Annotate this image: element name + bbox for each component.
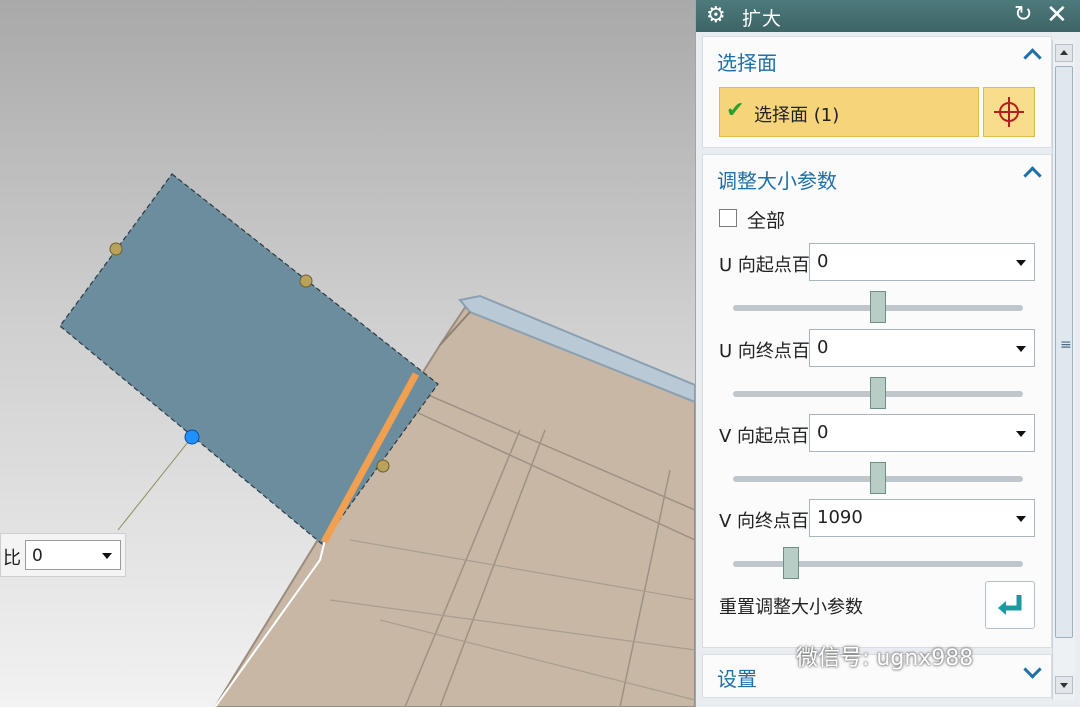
active-handle-point[interactable]: [184, 429, 200, 445]
handle-point[interactable]: [376, 459, 390, 473]
onscreen-input-label: 比: [3, 548, 21, 569]
gear-icon[interactable]: ⚙: [706, 4, 726, 28]
resize-params-section: 调整大小参数 全部 U 向起点百分比 0 U 向终点百分比 0: [702, 154, 1052, 648]
chevron-up-icon[interactable]: [1023, 48, 1042, 67]
u-start-label: U 向起点百分比: [719, 255, 819, 276]
u-end-label: U 向终点百分比: [719, 341, 819, 362]
chevron-down-icon[interactable]: [102, 553, 112, 559]
scrollbar-thumb[interactable]: ≡: [1055, 66, 1073, 638]
reset-icon[interactable]: ↻: [1014, 2, 1032, 27]
close-icon[interactable]: ✕: [1046, 0, 1068, 30]
v-end-dropdown[interactable]: 1090: [809, 499, 1035, 537]
select-object-button[interactable]: [983, 87, 1035, 137]
v-start-label: V 向起点百分比: [719, 426, 819, 447]
select-face-section: 选择面 ✔ 选择面 (1): [702, 36, 1052, 148]
checkmark-icon: ✔: [726, 98, 745, 123]
handle-point[interactable]: [109, 242, 123, 256]
dialog-title: 扩大: [742, 8, 783, 30]
return-arrow-icon: [998, 595, 1022, 615]
grip-icon: ≡: [1060, 337, 1072, 353]
reset-resize-label: 重置调整大小参数: [719, 597, 863, 618]
model-scene[interactable]: [0, 0, 695, 707]
u-start-dropdown[interactable]: 0: [809, 243, 1035, 281]
scroll-down-arrow[interactable]: [1055, 676, 1073, 694]
chevron-up-icon[interactable]: [1023, 166, 1042, 185]
resize-params-header[interactable]: 调整大小参数: [717, 165, 837, 194]
v-end-slider-thumb[interactable]: [783, 547, 799, 579]
u-start-value: 0: [817, 251, 829, 272]
u-end-slider-thumb[interactable]: [870, 377, 886, 409]
all-checkbox-label: 全部: [747, 210, 786, 232]
u-start-slider-thumb[interactable]: [870, 291, 886, 323]
chevron-down-icon[interactable]: [1016, 516, 1026, 522]
v-end-label: V 向终点百分比: [719, 511, 819, 532]
onscreen-input-box: 比 0: [0, 533, 126, 577]
scroll-up-arrow[interactable]: [1055, 44, 1073, 62]
v-end-value: 1090: [817, 507, 863, 528]
v-start-value: 0: [817, 422, 829, 443]
crosshair-icon: [994, 97, 1024, 127]
settings-header[interactable]: 设置: [717, 663, 757, 692]
select-face-label: 选择面 (1): [754, 105, 840, 126]
enlarge-dialog: ⚙ 扩大 ↻ ✕ 选择面 ✔ 选择面 (1) 调整大小参数 全部 U 向起点百 …: [695, 0, 1080, 707]
select-face-header[interactable]: 选择面: [717, 47, 777, 76]
u-end-value: 0: [817, 337, 829, 358]
chevron-down-icon[interactable]: [1016, 346, 1026, 352]
handle-point[interactable]: [299, 274, 313, 288]
v-end-slider-track[interactable]: [733, 561, 1023, 567]
chevron-down-icon[interactable]: [1016, 431, 1026, 437]
graphics-viewport[interactable]: 比 0: [0, 0, 695, 707]
dialog-titlebar[interactable]: ⚙ 扩大 ↻ ✕: [696, 0, 1080, 32]
onscreen-value: 0: [32, 546, 43, 566]
u-end-dropdown[interactable]: 0: [809, 329, 1035, 367]
dialog-scrollbar[interactable]: ≡: [1052, 40, 1075, 700]
watermark: 微信号: ugnx988: [796, 646, 974, 671]
dialog-content: 选择面 ✔ 选择面 (1) 调整大小参数 全部 U 向起点百 0 U 向终点百 …: [702, 36, 1052, 707]
v-start-dropdown[interactable]: 0: [809, 414, 1035, 452]
all-checkbox[interactable]: [719, 209, 737, 227]
chevron-down-icon[interactable]: [1016, 260, 1026, 266]
v-start-slider-thumb[interactable]: [870, 462, 886, 494]
leader-line: [117, 436, 193, 531]
select-face-row[interactable]: ✔ 选择面 (1): [719, 87, 979, 137]
chevron-down-icon[interactable]: [1023, 660, 1042, 679]
reset-resize-button[interactable]: [985, 581, 1035, 629]
onscreen-percent-dropdown[interactable]: 0: [25, 540, 121, 570]
